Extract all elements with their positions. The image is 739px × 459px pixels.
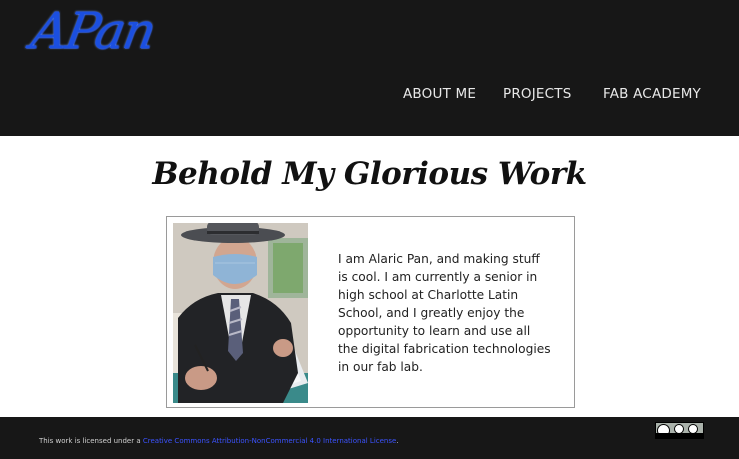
site-header: APan ABOUT ME PROJECTS FAB ACADEMY: [0, 0, 739, 136]
license-link[interactable]: Creative Commons Attribution-NonCommerci…: [143, 437, 396, 445]
site-logo[interactable]: APan: [27, 2, 159, 60]
license-notice: This work is licensed under a Creative C…: [39, 437, 399, 445]
site-footer: This work is licensed under a Creative C…: [0, 417, 739, 459]
nav-projects[interactable]: PROJECTS: [503, 86, 572, 102]
nav-fab-academy[interactable]: FAB ACADEMY: [603, 86, 701, 102]
license-prefix: This work is licensed under a: [39, 437, 143, 445]
about-card: I am Alaric Pan, and making stuff is coo…: [166, 216, 575, 408]
bio-text: I am Alaric Pan, and making stuff is coo…: [338, 252, 551, 374]
profile-photo: [173, 223, 308, 403]
cc-by-nc-icon[interactable]: [655, 422, 704, 439]
page-title: Behold My Glorious Work: [152, 156, 587, 192]
license-suffix: .: [396, 437, 399, 445]
nav-about-me[interactable]: ABOUT ME: [403, 86, 476, 102]
